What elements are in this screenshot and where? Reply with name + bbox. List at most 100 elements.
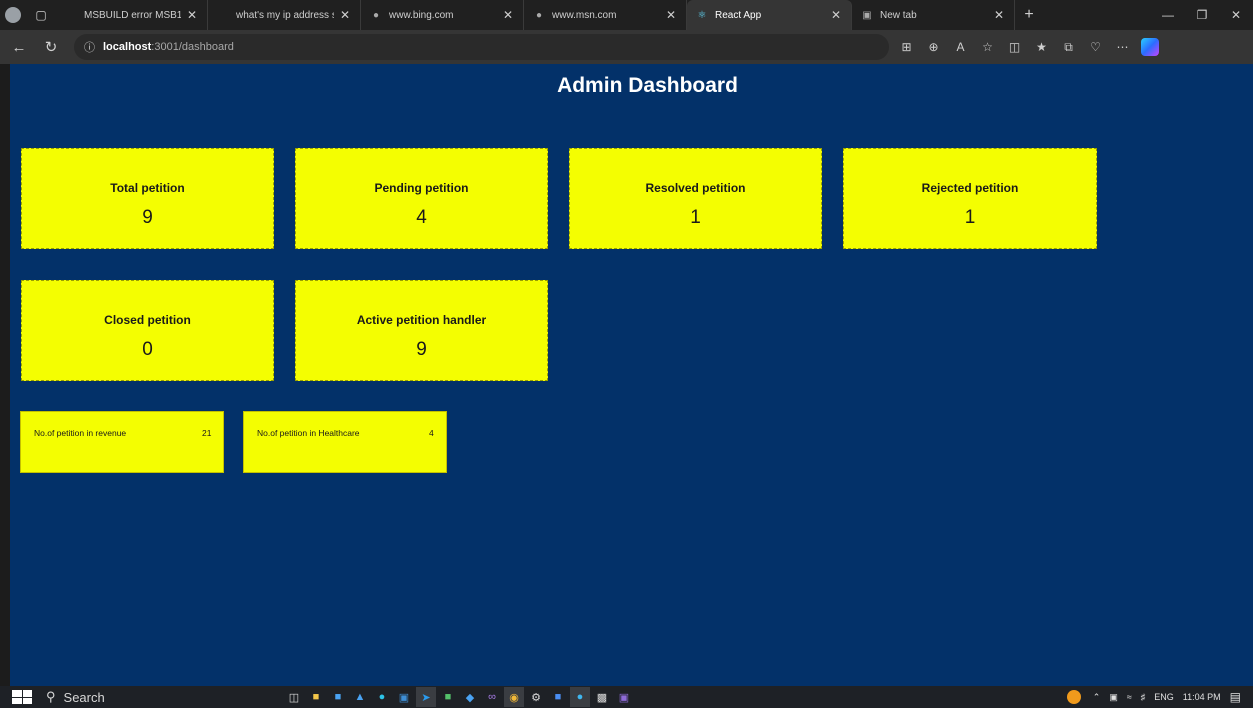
close-icon[interactable]: ✕ <box>994 8 1004 22</box>
edge-icon[interactable]: ● <box>372 687 392 707</box>
edge-icon: ● <box>372 9 380 21</box>
refresh-icon[interactable]: ↻ <box>38 34 64 60</box>
stat-value: 9 <box>416 339 427 360</box>
camera-icon[interactable]: ▣ <box>1109 692 1118 703</box>
vscode-icon[interactable]: ➤ <box>416 687 436 707</box>
stat-card-rejected: Rejected petition 1 <box>843 148 1097 249</box>
toolbar-icons: ⊞ ⊕ A ☆ ◫ ★ ⧉ ♡ ⋯ <box>893 34 1163 60</box>
stat-card-total: Total petition 9 <box>21 148 274 249</box>
stat-value: 1 <box>690 207 701 228</box>
stat-value: 1 <box>964 207 976 228</box>
new-tab-page-icon: ▣ <box>862 9 872 21</box>
zoom-icon[interactable]: ⊕ <box>920 34 947 60</box>
app-icon[interactable]: ◆ <box>460 687 480 707</box>
close-icon[interactable]: ✕ <box>831 8 841 22</box>
close-icon[interactable]: ✕ <box>187 8 197 22</box>
category-label: No.of petition in Healthcare <box>257 428 360 438</box>
notification-icon[interactable]: ▤ <box>1230 690 1241 704</box>
close-icon[interactable]: ✕ <box>666 8 676 22</box>
page-icon <box>64 8 78 22</box>
stat-label: Resolved petition <box>645 181 746 195</box>
tab-react-app[interactable]: ⚛ React App ✕ <box>687 0 852 30</box>
stat-value: 9 <box>142 207 153 228</box>
app-icon[interactable]: ■ <box>548 687 568 707</box>
avatar <box>5 7 21 23</box>
tab-msbuild[interactable]: MSBUILD error MSB1011 : ✕ <box>56 0 208 30</box>
clock[interactable]: 11:04 PM <box>1183 692 1221 702</box>
close-window-icon[interactable]: ✕ <box>1219 0 1253 30</box>
stat-value: 4 <box>416 207 427 228</box>
edge-icon: ● <box>535 9 543 21</box>
copilot-icon[interactable] <box>1136 34 1163 60</box>
stat-label: Total petition <box>110 181 185 195</box>
wifi-icon[interactable]: ≈ <box>1127 692 1132 702</box>
close-icon[interactable]: ✕ <box>503 8 513 22</box>
more-options-icon[interactable]: ⋯ <box>1109 34 1136 60</box>
terminal-icon[interactable]: ▩ <box>592 687 612 707</box>
stat-label: Closed petition <box>104 313 191 327</box>
tab-ip-address[interactable]: what's my ip address site ✕ <box>208 0 361 30</box>
edge-icon[interactable]: ● <box>570 687 590 707</box>
volume-icon[interactable]: ♯ <box>1141 692 1146 702</box>
url-input[interactable]: ⓘ localhost :3001/dashboard <box>74 34 889 60</box>
category-value: 4 <box>429 428 434 438</box>
tab-title: New tab <box>880 9 917 21</box>
file-explorer-icon[interactable]: ■ <box>306 687 326 707</box>
app-icon[interactable]: ▣ <box>614 687 634 707</box>
stat-label: Pending petition <box>374 181 469 195</box>
language-indicator[interactable]: ENG <box>1154 692 1174 702</box>
minimize-icon[interactable]: — <box>1151 0 1185 30</box>
close-icon[interactable]: ✕ <box>340 8 350 22</box>
tab-bing[interactable]: ● www.bing.com ✕ <box>361 0 524 30</box>
category-card-healthcare: No.of petition in Healthcare 4 <box>243 411 447 473</box>
info-icon[interactable]: ⓘ <box>84 39 95 55</box>
stat-value: 0 <box>142 339 153 360</box>
weather-icon[interactable] <box>1066 690 1081 704</box>
tab-title: www.bing.com <box>389 9 454 21</box>
favorite-star-icon[interactable]: ☆ <box>974 34 1001 60</box>
system-tray: ⌃ ▣ ≈ ♯ ENG 11:04 PM ▤ <box>1066 690 1253 704</box>
dashboard-page: Admin Dashboard Total petition 9 Pending… <box>10 64 1253 686</box>
back-arrow-icon[interactable]: ← <box>6 34 32 60</box>
address-bar-row: ← ↻ ⓘ localhost :3001/dashboard ⊞ ⊕ A ☆ … <box>0 30 1253 64</box>
stat-card-pending: Pending petition 4 <box>295 148 548 249</box>
collections-icon[interactable]: ⧉ <box>1055 34 1082 60</box>
stat-card-resolved: Resolved petition 1 <box>569 148 822 249</box>
browser-tab-strip: ▢ MSBUILD error MSB1011 : ✕ what's my ip… <box>0 0 1253 30</box>
read-aloud-icon[interactable]: A <box>947 34 974 60</box>
app-icon[interactable]: ■ <box>438 687 458 707</box>
app-available-icon[interactable]: ⊞ <box>893 34 920 60</box>
chevron-up-icon[interactable]: ⌃ <box>1093 692 1101 703</box>
windows-start-icon[interactable] <box>12 690 32 704</box>
tab-actions-icon[interactable]: ▢ <box>26 0 56 30</box>
page-title: Admin Dashboard <box>557 74 738 97</box>
settings-gear-icon[interactable]: ⚙ <box>526 687 546 707</box>
category-value: 21 <box>202 428 212 438</box>
window-controls: — ❐ ✕ <box>1151 0 1253 30</box>
taskbar-apps: ◫ ■ ■ ▲ ● ▣ ➤ ■ ◆ ∞ ◉ ⚙ ■ ● ▩ ▣ <box>284 687 636 707</box>
stat-label: Rejected petition <box>921 181 1019 195</box>
tab-msn[interactable]: ● www.msn.com ✕ <box>524 0 687 30</box>
category-label: No.of petition in revenue <box>34 428 127 438</box>
new-tab-button[interactable]: + <box>1015 0 1043 30</box>
stat-label: Active petition handler <box>356 313 487 327</box>
search-label: Search <box>63 689 105 705</box>
taskbar-search[interactable]: ⚲ Search <box>46 688 246 706</box>
split-screen-icon[interactable]: ◫ <box>1001 34 1028 60</box>
search-icon: ⚲ <box>46 689 56 704</box>
store-icon[interactable]: ■ <box>328 687 348 707</box>
url-path: :3001/dashboard <box>151 41 234 53</box>
restore-icon[interactable]: ❐ <box>1185 0 1219 30</box>
profile-button[interactable] <box>0 0 26 30</box>
task-view-icon[interactable]: ◫ <box>284 687 304 707</box>
tab-new-tab[interactable]: ▣ New tab ✕ <box>852 0 1015 30</box>
tab-title: what's my ip address site <box>236 9 334 21</box>
chrome-icon[interactable]: ◉ <box>504 687 524 707</box>
visual-studio-icon[interactable]: ∞ <box>482 687 502 707</box>
browser-essentials-icon[interactable]: ♡ <box>1082 34 1109 60</box>
mail-icon[interactable]: ▲ <box>350 687 370 707</box>
tab-title: www.msn.com <box>552 9 617 21</box>
app-icon[interactable]: ▣ <box>394 687 414 707</box>
favorites-icon[interactable]: ★ <box>1028 34 1055 60</box>
react-icon: ⚛ <box>697 9 707 21</box>
